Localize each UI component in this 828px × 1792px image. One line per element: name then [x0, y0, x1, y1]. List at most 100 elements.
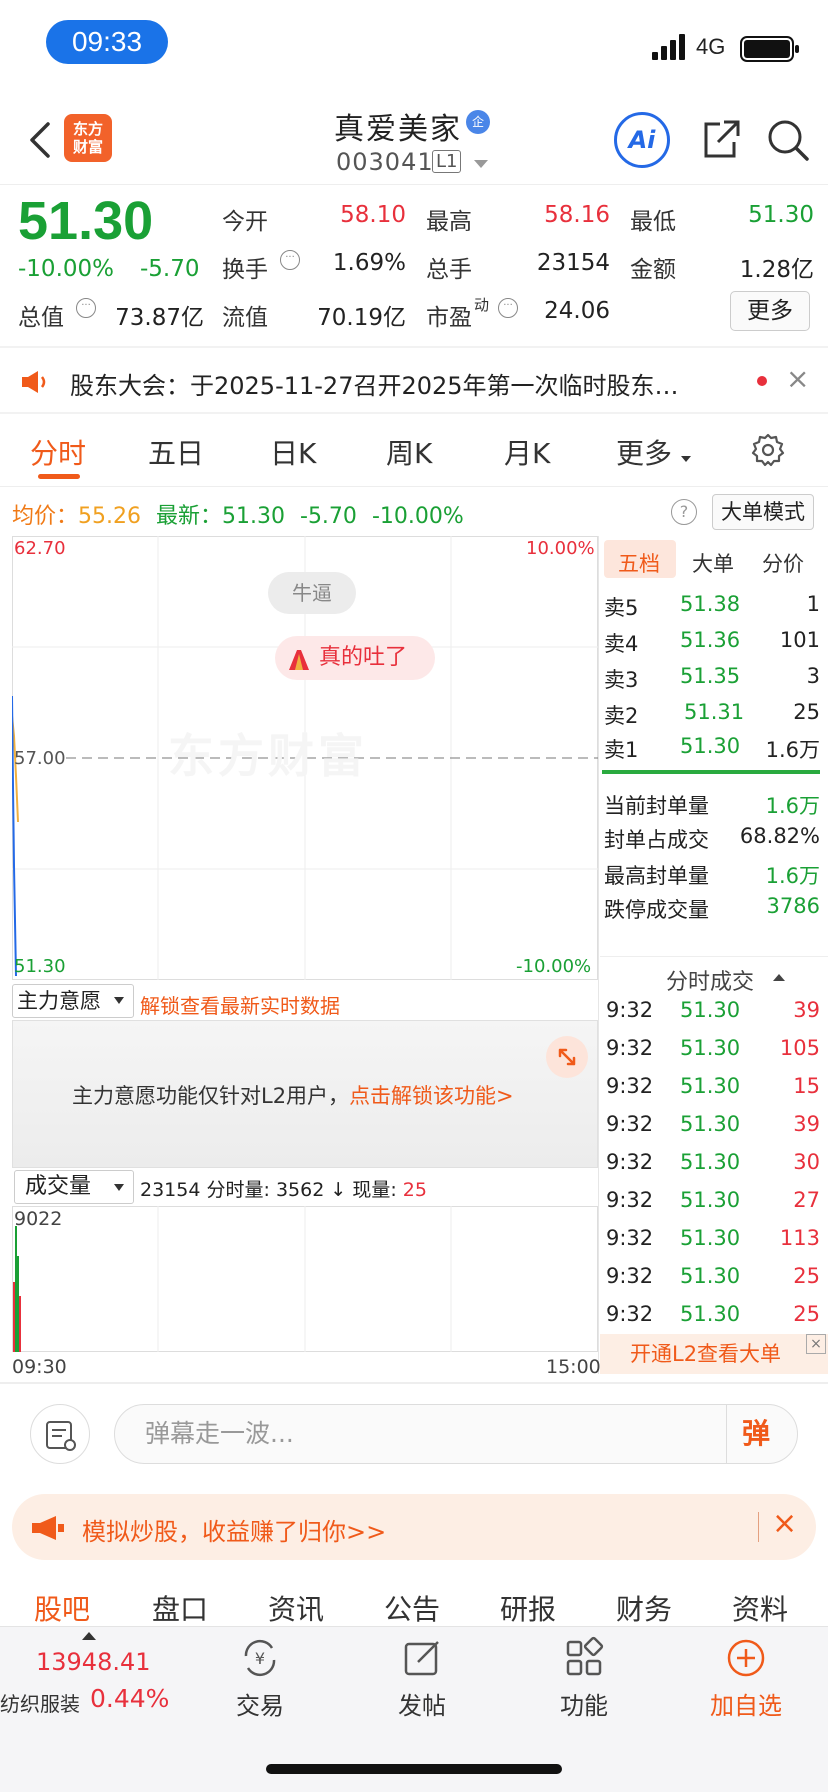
trade-icon[interactable]: ¥ — [238, 1636, 282, 1680]
index-value[interactable]: 13948.41 — [36, 1648, 151, 1676]
tab-five-day[interactable]: 五日 — [148, 432, 204, 472]
big-order-mode-button[interactable]: 大单模式 — [712, 494, 814, 530]
chart-y-mid: 57.00 — [14, 748, 66, 769]
ask-label: 卖5 — [604, 596, 639, 620]
chart-pct-bottom: -10.00% — [516, 956, 592, 977]
quote-label-pe-sup: 动 — [474, 296, 490, 314]
stock-code[interactable]: 003041 — [336, 148, 434, 176]
more-button[interactable]: 更多 — [730, 291, 810, 331]
trade-time: 9:32 — [606, 1302, 654, 1326]
tab-five-levels[interactable]: 五档 — [618, 548, 660, 578]
tab-big-orders[interactable]: 大单 — [692, 548, 734, 578]
stat-value: 1.6万 — [765, 864, 820, 888]
volume-minute-value: 3562 — [275, 1179, 325, 1201]
volume-now-value: 25 — [402, 1179, 427, 1201]
ask-volume: 1 — [806, 592, 820, 616]
index-percent[interactable]: 0.44% — [90, 1684, 169, 1713]
time-end: 15:00 — [546, 1356, 601, 1378]
current-price: 51.30 — [18, 191, 154, 251]
index-name[interactable]: 纺织服装 — [0, 1688, 80, 1717]
trade-volume: 30 — [793, 1150, 820, 1174]
trade-volume: 25 — [793, 1264, 820, 1288]
tab-research[interactable]: 研报 — [500, 1588, 556, 1628]
function-icon[interactable] — [562, 1636, 606, 1680]
gear-icon[interactable] — [750, 432, 786, 468]
back-icon[interactable] — [26, 120, 56, 160]
ai-button[interactable]: Ai — [614, 112, 670, 168]
info-icon[interactable]: ··· — [280, 250, 300, 270]
tab-underline — [38, 474, 80, 479]
tab-profile[interactable]: 资料 — [732, 1588, 788, 1628]
tab-finance[interactable]: 财务 — [616, 1588, 672, 1628]
tab-daily-k[interactable]: 日K — [270, 432, 316, 472]
tab-news[interactable]: 资讯 — [268, 1588, 324, 1628]
trade-time: 9:32 — [606, 1036, 654, 1060]
trade-price: 51.30 — [680, 1226, 741, 1250]
price-summary-row: 均价：55.26 最新：51.30 -5.70 -10.00% — [12, 498, 464, 530]
add-watchlist-icon[interactable] — [724, 1636, 768, 1680]
share-icon[interactable] — [698, 118, 742, 162]
expand-icon[interactable] — [546, 1036, 588, 1078]
chevron-up-icon[interactable] — [82, 1632, 96, 1640]
volume-bar — [13, 1282, 15, 1352]
divider — [0, 486, 828, 487]
danmu-settings-icon[interactable] — [30, 1404, 90, 1464]
help-icon[interactable]: ? — [671, 499, 697, 525]
down-arrow-icon: ↓ — [330, 1179, 347, 1201]
volume-bar — [19, 1296, 21, 1352]
post-icon[interactable] — [400, 1636, 444, 1680]
ask-volume: 3 — [806, 664, 820, 688]
add-watchlist-label[interactable]: 加自选 — [710, 1686, 782, 1721]
sim-trading-text[interactable]: 模拟炒股，收益赚了归你>> — [82, 1512, 386, 1547]
trade-time: 9:32 — [606, 1264, 654, 1288]
function-label[interactable]: 功能 — [560, 1686, 608, 1721]
latest-change: -5.70 — [300, 504, 357, 529]
divider — [600, 956, 828, 957]
home-indicator — [266, 1764, 562, 1774]
danmu-send-button[interactable]: 弹 — [742, 1412, 770, 1452]
locked-message: 主力意愿功能仅针对L2用户，点击解锁该功能> — [72, 1080, 514, 1110]
notice-text[interactable]: 股东大会：于2025-11-27召开2025年第一次临时股东… — [70, 366, 730, 401]
post-label[interactable]: 发帖 — [398, 1686, 446, 1721]
info-icon[interactable]: ··· — [76, 298, 96, 318]
tab-price-distribution[interactable]: 分价 — [762, 548, 804, 578]
tab-pankou[interactable]: 盘口 — [152, 1588, 208, 1628]
time-start: 09:30 — [12, 1356, 67, 1378]
trade-price: 51.30 — [680, 1188, 741, 1212]
quote-value-high: 58.16 — [544, 202, 610, 228]
trade-volume: 39 — [793, 1112, 820, 1136]
chart-y-top: 62.70 — [14, 538, 66, 559]
trade-price: 51.30 — [680, 1074, 741, 1098]
quote-label-open: 今开 — [222, 209, 268, 235]
divider — [0, 412, 828, 414]
stat-label: 最高封单量 — [604, 864, 709, 888]
search-icon[interactable] — [766, 118, 810, 162]
tab-intraday[interactable]: 分时 — [30, 432, 86, 472]
chevron-down-icon[interactable] — [474, 160, 488, 168]
quote-value-float-cap: 70.19亿 — [317, 305, 406, 331]
trade-label[interactable]: 交易 — [236, 1686, 284, 1721]
trade-time: 9:32 — [606, 1226, 654, 1250]
unlock-feature-link[interactable]: 点击解锁该功能> — [349, 1084, 514, 1108]
trade-volume: 25 — [793, 1302, 820, 1326]
quote-value-open: 58.10 — [340, 202, 406, 228]
quote-label-market-cap: 总值 — [18, 305, 64, 331]
divider — [0, 346, 828, 348]
close-icon[interactable]: × — [786, 362, 809, 395]
tab-guba[interactable]: 股吧 — [34, 1588, 90, 1628]
unlock-link[interactable]: 解锁查看最新实时数据 — [140, 990, 340, 1019]
latest-value: 51.30 — [222, 504, 285, 529]
tab-more[interactable]: 更多 — [616, 432, 672, 472]
trade-time: 9:32 — [606, 1112, 654, 1136]
l2-upgrade-banner[interactable]: 开通L2查看大单 — [600, 1334, 828, 1374]
tab-monthly-k[interactable]: 月K — [504, 432, 550, 472]
tab-weekly-k[interactable]: 周K — [386, 432, 432, 472]
trades-title[interactable]: 分时成交 — [666, 964, 754, 996]
close-icon[interactable]: × — [772, 1506, 797, 1541]
stat-label: 跌停成交量 — [604, 898, 709, 922]
close-icon[interactable]: × — [806, 1334, 826, 1354]
quote-value-volume: 23154 — [536, 250, 610, 276]
chevron-up-icon[interactable] — [773, 974, 785, 981]
tab-announcements[interactable]: 公告 — [384, 1588, 440, 1628]
danmu-input[interactable]: 弹幕走一波... — [114, 1404, 798, 1464]
